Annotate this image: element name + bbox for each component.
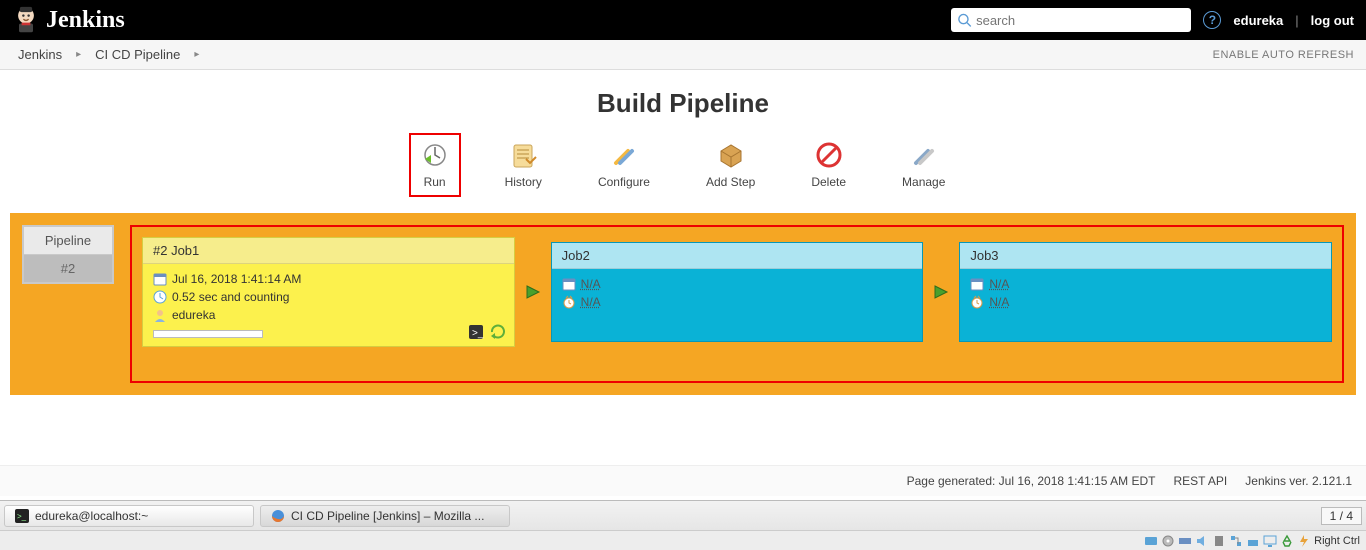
jenkins-icon <box>12 4 40 36</box>
tray-net-icon[interactable] <box>1229 534 1243 548</box>
stage-card-job2[interactable]: Job2 N/A N/A <box>551 242 924 342</box>
tray-hd-icon[interactable] <box>1178 534 1192 548</box>
help-icon[interactable]: ? <box>1203 11 1221 29</box>
history-icon <box>509 141 537 169</box>
tray-hostkey-label: Right Ctrl <box>1314 535 1360 547</box>
stage-card-job3[interactable]: Job3 N/A N/A <box>959 242 1332 342</box>
stage-title: Job2 <box>552 243 923 269</box>
enable-auto-refresh-link[interactable]: ENABLE AUTO REFRESH <box>1213 49 1354 61</box>
add-step-icon <box>717 141 745 169</box>
generated-timestamp: Page generated: Jul 16, 2018 1:41:15 AM … <box>907 474 1156 488</box>
manage-icon <box>910 141 938 169</box>
user-link[interactable]: edureka <box>1233 13 1283 28</box>
configure-icon <box>610 141 638 169</box>
page-title: Build Pipeline <box>0 88 1366 119</box>
calendar-icon <box>153 272 167 286</box>
workspace-pager[interactable]: 1 / 4 <box>1321 507 1362 525</box>
stage-card-job1[interactable]: #2 Job1 Jul 16, 2018 1:41:14 AM 0.52 sec… <box>142 237 515 347</box>
calendar-icon <box>562 277 576 291</box>
stage-timestamp-na[interactable]: N/A <box>581 277 601 291</box>
tray-display-icon[interactable] <box>1263 534 1277 548</box>
tray-usb-icon[interactable] <box>1212 534 1226 548</box>
user-icon <box>153 308 167 322</box>
add-step-button[interactable]: Add Step <box>694 133 767 197</box>
stage-duration-na[interactable]: N/A <box>989 295 1009 309</box>
pipeline-container: Pipeline #2 #2 Job1 Jul 16, 2018 1:41:14… <box>10 213 1356 395</box>
breadcrumb-bar: Jenkins ▸ CI CD Pipeline ▸ ENABLE AUTO R… <box>0 40 1366 70</box>
clock-icon <box>970 295 984 309</box>
svg-text:>_: >_ <box>17 512 27 521</box>
tray-sound-icon[interactable] <box>1195 534 1209 548</box>
terminal-icon: >_ <box>15 509 29 523</box>
delete-label: Delete <box>811 175 846 189</box>
svg-text:>_: >_ <box>472 328 484 339</box>
firefox-icon <box>271 509 285 523</box>
taskbar-terminal-label: edureka@localhost:~ <box>35 509 148 523</box>
manage-button[interactable]: Manage <box>890 133 957 197</box>
search-icon <box>957 12 972 28</box>
stage-title: #2 Job1 <box>143 238 514 264</box>
pipeline-number[interactable]: #2 <box>24 255 112 282</box>
run-label: Run <box>424 175 446 189</box>
manage-label: Manage <box>902 175 945 189</box>
history-label: History <box>505 175 542 189</box>
pipeline-label-column: Pipeline #2 <box>22 225 114 284</box>
tray-power-icon[interactable] <box>1297 534 1311 548</box>
search-input[interactable] <box>976 13 1185 28</box>
vm-statusbar: Right Ctrl <box>0 530 1366 550</box>
logout-link[interactable]: log out <box>1311 13 1354 28</box>
run-button[interactable]: Run <box>409 133 461 197</box>
stage-user: edureka <box>172 308 215 322</box>
separator: | <box>1295 13 1298 28</box>
pipeline-toolbar: Run History Configure Add Step Delete Ma… <box>0 133 1366 197</box>
configure-label: Configure <box>598 175 650 189</box>
brand-text: Jenkins <box>46 7 125 34</box>
configure-button[interactable]: Configure <box>586 133 662 197</box>
search-box[interactable] <box>951 8 1191 32</box>
taskbar-browser-label: CI CD Pipeline [Jenkins] – Mozilla ... <box>291 509 484 523</box>
jenkins-logo[interactable]: Jenkins <box>12 4 125 36</box>
tray-cd-icon[interactable] <box>1161 534 1175 548</box>
stage-duration-na[interactable]: N/A <box>581 295 601 309</box>
delete-button[interactable]: Delete <box>799 133 858 197</box>
pipeline-heading: Pipeline <box>24 227 112 255</box>
jenkins-version: Jenkins ver. 2.121.1 <box>1245 474 1352 488</box>
chevron-right-icon: ▸ <box>68 49 89 60</box>
delete-icon <box>815 141 843 169</box>
clock-icon <box>153 290 167 304</box>
tray-disk-icon[interactable] <box>1144 534 1158 548</box>
arrow-connector <box>515 283 551 301</box>
stage-timestamp: Jul 16, 2018 1:41:14 AM <box>172 272 301 286</box>
clock-icon <box>562 295 576 309</box>
console-icon[interactable]: >_ <box>468 324 484 340</box>
rest-api-link[interactable]: REST API <box>1173 474 1227 488</box>
calendar-icon <box>970 277 984 291</box>
run-icon <box>421 141 449 169</box>
tray-recycle-icon[interactable] <box>1280 534 1294 548</box>
progress-bar <box>153 330 263 338</box>
taskbar-browser[interactable]: CI CD Pipeline [Jenkins] – Mozilla ... <box>260 505 510 527</box>
rerun-icon[interactable] <box>490 324 506 340</box>
history-button[interactable]: History <box>493 133 554 197</box>
stage-title: Job3 <box>960 243 1331 269</box>
breadcrumb-jenkins[interactable]: Jenkins <box>12 47 68 62</box>
add-step-label: Add Step <box>706 175 755 189</box>
os-taskbar: >_ edureka@localhost:~ CI CD Pipeline [J… <box>0 500 1366 530</box>
top-header: Jenkins ? edureka | log out <box>0 0 1366 40</box>
chevron-right-icon: ▸ <box>186 49 207 60</box>
arrow-right-icon <box>932 283 950 301</box>
page-footer: Page generated: Jul 16, 2018 1:41:15 AM … <box>0 465 1366 496</box>
taskbar-terminal[interactable]: >_ edureka@localhost:~ <box>4 505 254 527</box>
breadcrumb-pipeline[interactable]: CI CD Pipeline <box>89 47 186 62</box>
stage-duration: 0.52 sec and counting <box>172 290 289 304</box>
tray-share-icon[interactable] <box>1246 534 1260 548</box>
arrow-connector <box>923 283 959 301</box>
arrow-right-icon <box>524 283 542 301</box>
stage-timestamp-na[interactable]: N/A <box>989 277 1009 291</box>
